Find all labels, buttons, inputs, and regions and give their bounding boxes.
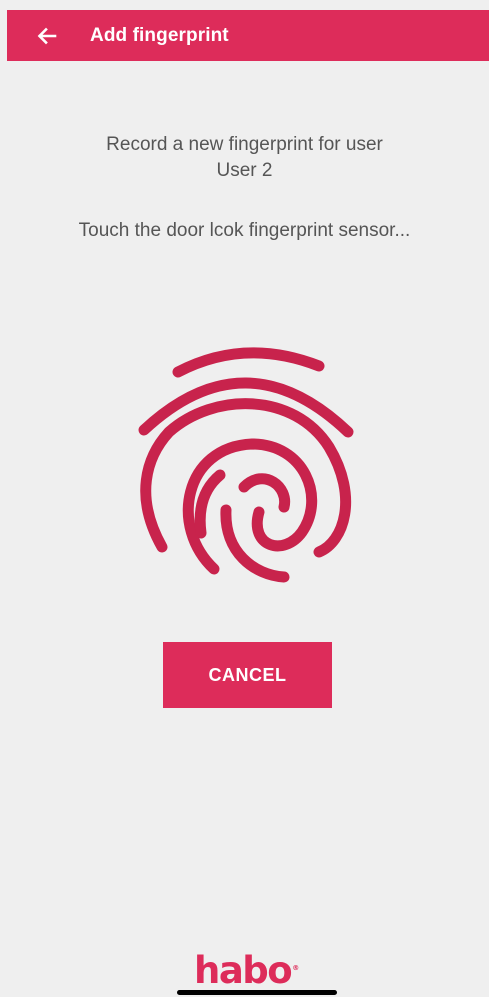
home-indicator[interactable]	[177, 990, 337, 995]
app-bar: Add fingerprint	[7, 10, 489, 61]
record-prompt-text: Record a new fingerprint for user	[106, 134, 383, 155]
user-name-text: User 2	[216, 160, 273, 181]
cancel-button[interactable]: CANCEL	[163, 642, 332, 708]
fingerprint-icon	[138, 347, 354, 583]
arrow-left-icon[interactable]	[35, 24, 59, 48]
page-title: Add fingerprint	[90, 25, 229, 46]
habo-logo: habo®	[194, 949, 300, 992]
instruction-text: Touch the door lcok fingerprint sensor..…	[78, 220, 411, 241]
